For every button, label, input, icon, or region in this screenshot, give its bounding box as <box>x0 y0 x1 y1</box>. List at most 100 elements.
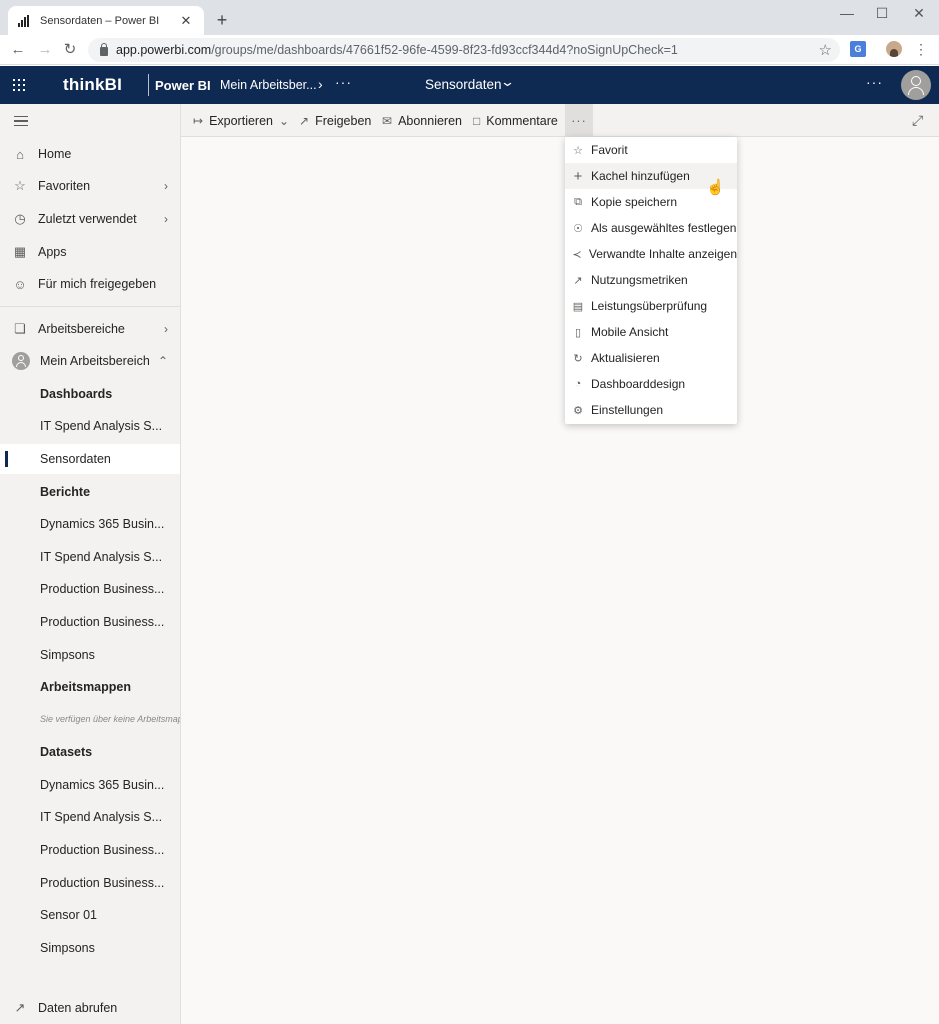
hand-cursor-icon: ☝ <box>706 179 725 196</box>
report-item[interactable]: Production Business... <box>0 574 180 604</box>
dataset-item[interactable]: Dynamics 365 Busin... <box>0 770 180 800</box>
nav-label: Favoriten <box>38 179 91 193</box>
report-item[interactable]: Simpsons <box>0 640 180 670</box>
menu-label: Leistungsüberprüfung <box>591 299 708 313</box>
forward-icon[interactable]: → <box>35 40 55 60</box>
kebab-menu-icon[interactable]: ⋮ <box>914 40 928 58</box>
reload-icon[interactable]: ↻ <box>60 40 80 60</box>
nav-label: Arbeitsbereiche <box>38 322 125 336</box>
metrics-icon: ↗ <box>573 274 583 287</box>
menu-item-usage-metrics[interactable]: ↗ Nutzungsmetriken <box>565 267 737 293</box>
header-divider <box>148 74 149 96</box>
dashboard-item-active[interactable]: Sensordaten <box>0 444 180 474</box>
export-icon: ↦ <box>193 113 204 128</box>
maximize-icon[interactable]: ☐ <box>870 4 894 22</box>
chevron-right-icon[interactable]: › <box>164 212 168 226</box>
dataset-item[interactable]: Production Business... <box>0 835 180 865</box>
report-item[interactable]: Dynamics 365 Busin... <box>0 509 180 539</box>
dashboard-canvas <box>181 137 939 1024</box>
nav-my-workspace[interactable]: Mein Arbeitsbereich ⌃ <box>0 346 180 376</box>
menu-item-mobile-view[interactable]: ▯ Mobile Ansicht <box>565 319 737 345</box>
browser-toolbar: ← → ↻ app.powerbi.com/groups/me/dashboar… <box>0 35 939 65</box>
chevron-right-icon: › <box>318 76 323 92</box>
translate-icon[interactable]: G <box>850 41 866 57</box>
menu-label: Kachel hinzufügen <box>591 169 690 183</box>
nav-label: Daten abrufen <box>38 1001 118 1015</box>
home-icon: ⌂ <box>16 146 24 162</box>
comments-button[interactable]: □ Kommentare <box>473 104 558 137</box>
copy-icon: ⧉ <box>574 195 582 208</box>
hamburger-icon[interactable] <box>14 116 28 126</box>
menu-item-set-featured[interactable]: ☉ Als ausgewähltes festlegen <box>565 215 737 241</box>
workspace-breadcrumb[interactable]: Mein Arbeitsber... <box>220 78 317 92</box>
powerbi-favicon-icon <box>18 14 32 27</box>
header-more-button[interactable]: ··· <box>866 74 883 90</box>
brand-logo: thinkBI <box>63 75 123 94</box>
workspace-avatar-icon <box>12 352 30 370</box>
nav-home[interactable]: ⌂ Home <box>0 139 180 169</box>
app-launcher-icon[interactable] <box>13 79 25 91</box>
dataset-item[interactable]: Sensor 01 <box>0 900 180 930</box>
subscribe-label: Abonnieren <box>398 113 463 128</box>
dashboard-item[interactable]: IT Spend Analysis S... <box>0 411 180 441</box>
arrow-up-right-icon: ↗ <box>14 1000 26 1015</box>
new-tab-button[interactable]: + <box>212 9 232 31</box>
powerbi-header: thinkBI Power BI Mein Arbeitsber... › ··… <box>0 66 939 104</box>
refresh-icon: ↻ <box>573 352 583 365</box>
menu-label: Dashboarddesign <box>591 377 686 391</box>
menu-item-settings[interactable]: ⚙ Einstellungen <box>565 397 737 423</box>
mobile-icon: ▯ <box>574 326 582 339</box>
back-icon[interactable]: ← <box>8 40 28 60</box>
nav-recent[interactable]: ◷ Zuletzt verwendet › <box>0 204 180 234</box>
dataset-item[interactable]: IT Spend Analysis S... <box>0 802 180 832</box>
star-icon: ☆ <box>573 144 583 157</box>
subscribe-button[interactable]: ✉ Abonnieren <box>382 104 462 137</box>
fullscreen-icon[interactable]: ⤢ <box>912 112 923 129</box>
menu-label: Einstellungen <box>591 403 664 417</box>
nav-label: Mein Arbeitsbereich <box>40 354 150 368</box>
dataset-item[interactable]: Production Business... <box>0 868 180 898</box>
report-item[interactable]: Production Business... <box>0 607 180 637</box>
nav-divider <box>0 306 180 307</box>
browser-tabstrip: Sensordaten – Power BI ✕ + — ☐ ✕ <box>0 0 939 35</box>
nav-get-data[interactable]: ↗ Daten abrufen <box>0 993 180 1023</box>
dashboard-title[interactable]: Sensordaten <box>425 77 502 92</box>
menu-item-related-content[interactable]: ≺ Verwandte Inhalte anzeigen <box>565 241 737 267</box>
settings-icon: ⚙ <box>573 404 583 417</box>
export-button[interactable]: ↦ Exportieren ⌄ <box>193 104 295 137</box>
browser-tab[interactable]: Sensordaten – Power BI ✕ <box>8 6 204 35</box>
menu-item-favorite[interactable]: ☆ Favorit <box>565 137 737 163</box>
breadcrumb-more-button[interactable]: ··· <box>335 74 352 90</box>
palette-icon: ◔ <box>574 378 582 390</box>
tab-close-icon[interactable]: ✕ <box>178 13 194 29</box>
menu-item-refresh[interactable]: ↻ Aktualisieren <box>565 345 737 371</box>
menu-label: Nutzungsmetriken <box>591 273 688 287</box>
chevron-right-icon[interactable]: › <box>164 179 168 193</box>
section-workbooks: Arbeitsmappen <box>40 680 131 694</box>
dataset-item[interactable]: Simpsons <box>0 933 180 963</box>
nav-label: Zuletzt verwendet <box>38 212 137 226</box>
nav-shared[interactable]: ☺ Für mich freigegeben <box>0 269 180 299</box>
profile-icon[interactable] <box>886 41 902 57</box>
workspaces-icon: ❏ <box>14 321 26 336</box>
chevron-down-icon[interactable]: ⌄ <box>500 74 515 90</box>
nav-apps[interactable]: ▦ Apps <box>0 237 180 267</box>
chevron-right-icon[interactable]: › <box>164 322 168 336</box>
window-close-icon[interactable]: ✕ <box>907 4 931 22</box>
report-item[interactable]: IT Spend Analysis S... <box>0 542 180 572</box>
user-avatar[interactable] <box>901 70 931 100</box>
menu-item-performance[interactable]: ▤ Leistungsüberprüfung <box>565 293 737 319</box>
toolbar-more-button[interactable]: ··· <box>565 104 593 137</box>
related-icon: ≺ <box>572 248 582 261</box>
nav-workspaces[interactable]: ❏ Arbeitsbereiche › <box>0 314 180 344</box>
bookmark-star-icon[interactable]: ☆ <box>819 41 832 59</box>
nav-favorites[interactable]: ☆ Favoriten › <box>0 171 180 201</box>
share-button[interactable]: ↗ Freigeben <box>299 104 371 137</box>
menu-item-dashboard-theme[interactable]: ◔ Dashboarddesign <box>565 371 737 397</box>
chevron-up-icon[interactable]: ⌃ <box>158 354 168 368</box>
clock-icon: ◷ <box>14 211 26 226</box>
address-bar[interactable]: app.powerbi.com/groups/me/dashboards/476… <box>88 38 840 62</box>
menu-label: Mobile Ansicht <box>591 325 669 339</box>
product-name[interactable]: Power BI <box>155 78 211 93</box>
minimize-icon[interactable]: — <box>835 4 859 22</box>
